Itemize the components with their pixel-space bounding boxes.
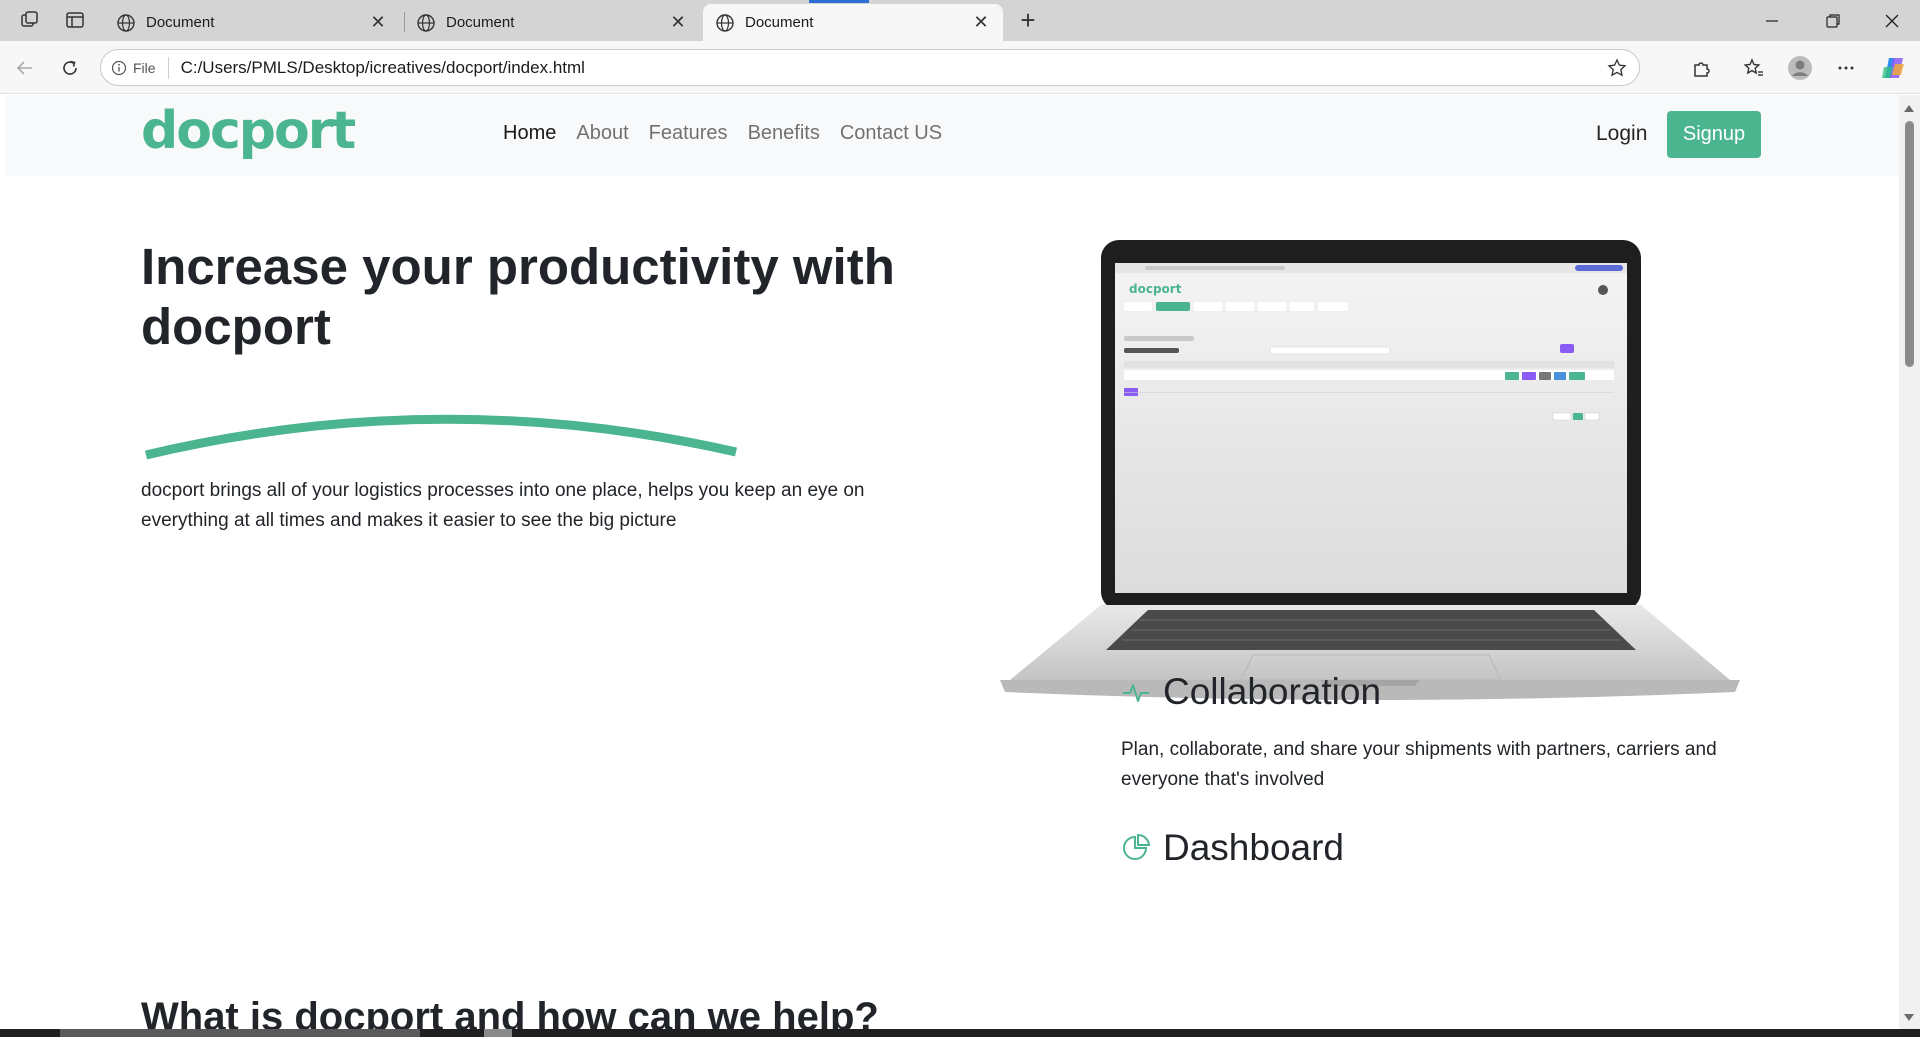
- close-tab-icon[interactable]: ✕: [668, 12, 688, 33]
- svg-text:docport: docport: [1129, 282, 1182, 296]
- scroll-down-icon[interactable]: [1904, 1014, 1914, 1021]
- extensions-button[interactable]: [1686, 53, 1718, 83]
- scroll-thumb[interactable]: [1905, 121, 1914, 367]
- site-info-label: File: [133, 59, 156, 76]
- vertical-tabs-icon[interactable]: [61, 8, 89, 32]
- restore-button[interactable]: [1803, 0, 1863, 41]
- profile-button[interactable]: [1784, 53, 1816, 83]
- globe-icon: [117, 13, 135, 32]
- close-tab-icon[interactable]: ✕: [971, 12, 991, 33]
- avatar: [1788, 56, 1812, 80]
- feature-header: Dashboard: [1121, 827, 1344, 869]
- copilot-icon: [1882, 58, 1904, 78]
- favorite-button[interactable]: [1605, 56, 1629, 80]
- site-navbar: docport Home About Features Benefits Con…: [5, 95, 1899, 176]
- pie-chart-icon: [1123, 833, 1151, 860]
- tab-title: Document: [146, 14, 215, 31]
- puzzle-icon: [1694, 62, 1710, 77]
- feature-header: Collaboration: [1121, 671, 1761, 713]
- browser-tab-bar: Document ✕ Document ✕ Document ✕ +: [0, 0, 1920, 41]
- tab-document-2[interactable]: Document ✕: [404, 4, 700, 41]
- nav-link-about[interactable]: About: [576, 122, 628, 145]
- info-icon: [111, 60, 127, 75]
- favorites-icon: [1743, 58, 1763, 76]
- globe-icon: [716, 13, 734, 32]
- hero-title-line2: docport: [141, 298, 331, 355]
- refresh-icon: [63, 60, 77, 75]
- url-field[interactable]: File C:/Users/PMLS/Desktop/icreatives/do…: [100, 49, 1640, 86]
- hero-description: docport brings all of your logistics pro…: [141, 480, 865, 531]
- page-viewport: docport Home About Features Benefits Con…: [5, 95, 1899, 1029]
- feature-dashboard: Dashboard: [1121, 827, 1344, 869]
- page-scrollbar[interactable]: [1899, 95, 1920, 1029]
- nav-link-features[interactable]: Features: [649, 122, 728, 145]
- address-bar: File C:/Users/PMLS/Desktop/icreatives/do…: [0, 41, 1920, 94]
- hero-swoosh: [144, 414, 737, 460]
- tab-document-1[interactable]: Document ✕: [104, 4, 400, 41]
- taskbar-item[interactable]: [484, 1029, 512, 1037]
- tab-title: Document: [446, 14, 515, 31]
- star-icon: [1607, 58, 1627, 77]
- more-icon: [1838, 66, 1854, 70]
- minimize-icon: [1766, 19, 1778, 22]
- back-button[interactable]: [10, 53, 40, 83]
- scroll-up-icon[interactable]: [1904, 105, 1914, 112]
- tab-title: Document: [745, 14, 814, 31]
- feature-collaboration: Collaboration Plan, collaborate, and sha…: [1121, 671, 1761, 795]
- activity-icon: [1123, 684, 1149, 702]
- close-icon: [1885, 14, 1899, 27]
- hero-title: Increase your productivity with docport: [141, 237, 901, 357]
- loading-indicator: [809, 0, 869, 3]
- feature-title: Dashboard: [1163, 827, 1345, 868]
- url-text: C:/Users/PMLS/Desktop/icreatives/docport…: [180, 57, 585, 77]
- nav-link-contact[interactable]: Contact US: [840, 122, 942, 145]
- globe-icon: [417, 13, 435, 32]
- favorites-button[interactable]: [1738, 53, 1770, 83]
- restore-icon: [1826, 13, 1840, 28]
- section-title: What is docport and how can we help?: [141, 995, 879, 1029]
- close-tab-icon[interactable]: ✕: [368, 12, 388, 33]
- tab-document-3[interactable]: Document ✕: [703, 4, 1003, 41]
- taskbar-item[interactable]: [60, 1029, 420, 1037]
- refresh-button[interactable]: [55, 53, 85, 83]
- laptop-illustration: docport: [1000, 240, 1740, 700]
- login-link[interactable]: Login: [1596, 122, 1647, 146]
- arrow-left-icon: [16, 61, 32, 75]
- workspaces-icon[interactable]: [16, 8, 44, 32]
- close-window-button[interactable]: [1862, 0, 1920, 41]
- os-taskbar: [0, 1029, 1920, 1037]
- copilot-button[interactable]: [1878, 53, 1910, 83]
- feature-text: Plan, collaborate, and share your shipme…: [1121, 739, 1717, 790]
- feature-title: Collaboration: [1163, 671, 1382, 712]
- settings-menu-button[interactable]: [1830, 53, 1862, 83]
- signup-button[interactable]: Signup: [1667, 111, 1761, 158]
- new-tab-button[interactable]: +: [1012, 6, 1044, 36]
- nav-link-benefits[interactable]: Benefits: [748, 122, 820, 145]
- docport-logo[interactable]: docport: [141, 101, 356, 161]
- site-info-button[interactable]: File: [111, 56, 169, 79]
- nav-link-home[interactable]: Home: [503, 122, 556, 145]
- minimize-button[interactable]: [1742, 0, 1802, 41]
- hero-title-line1: Increase your productivity with: [141, 238, 895, 295]
- main-menu: Home About Features Benefits Contact US: [503, 122, 942, 145]
